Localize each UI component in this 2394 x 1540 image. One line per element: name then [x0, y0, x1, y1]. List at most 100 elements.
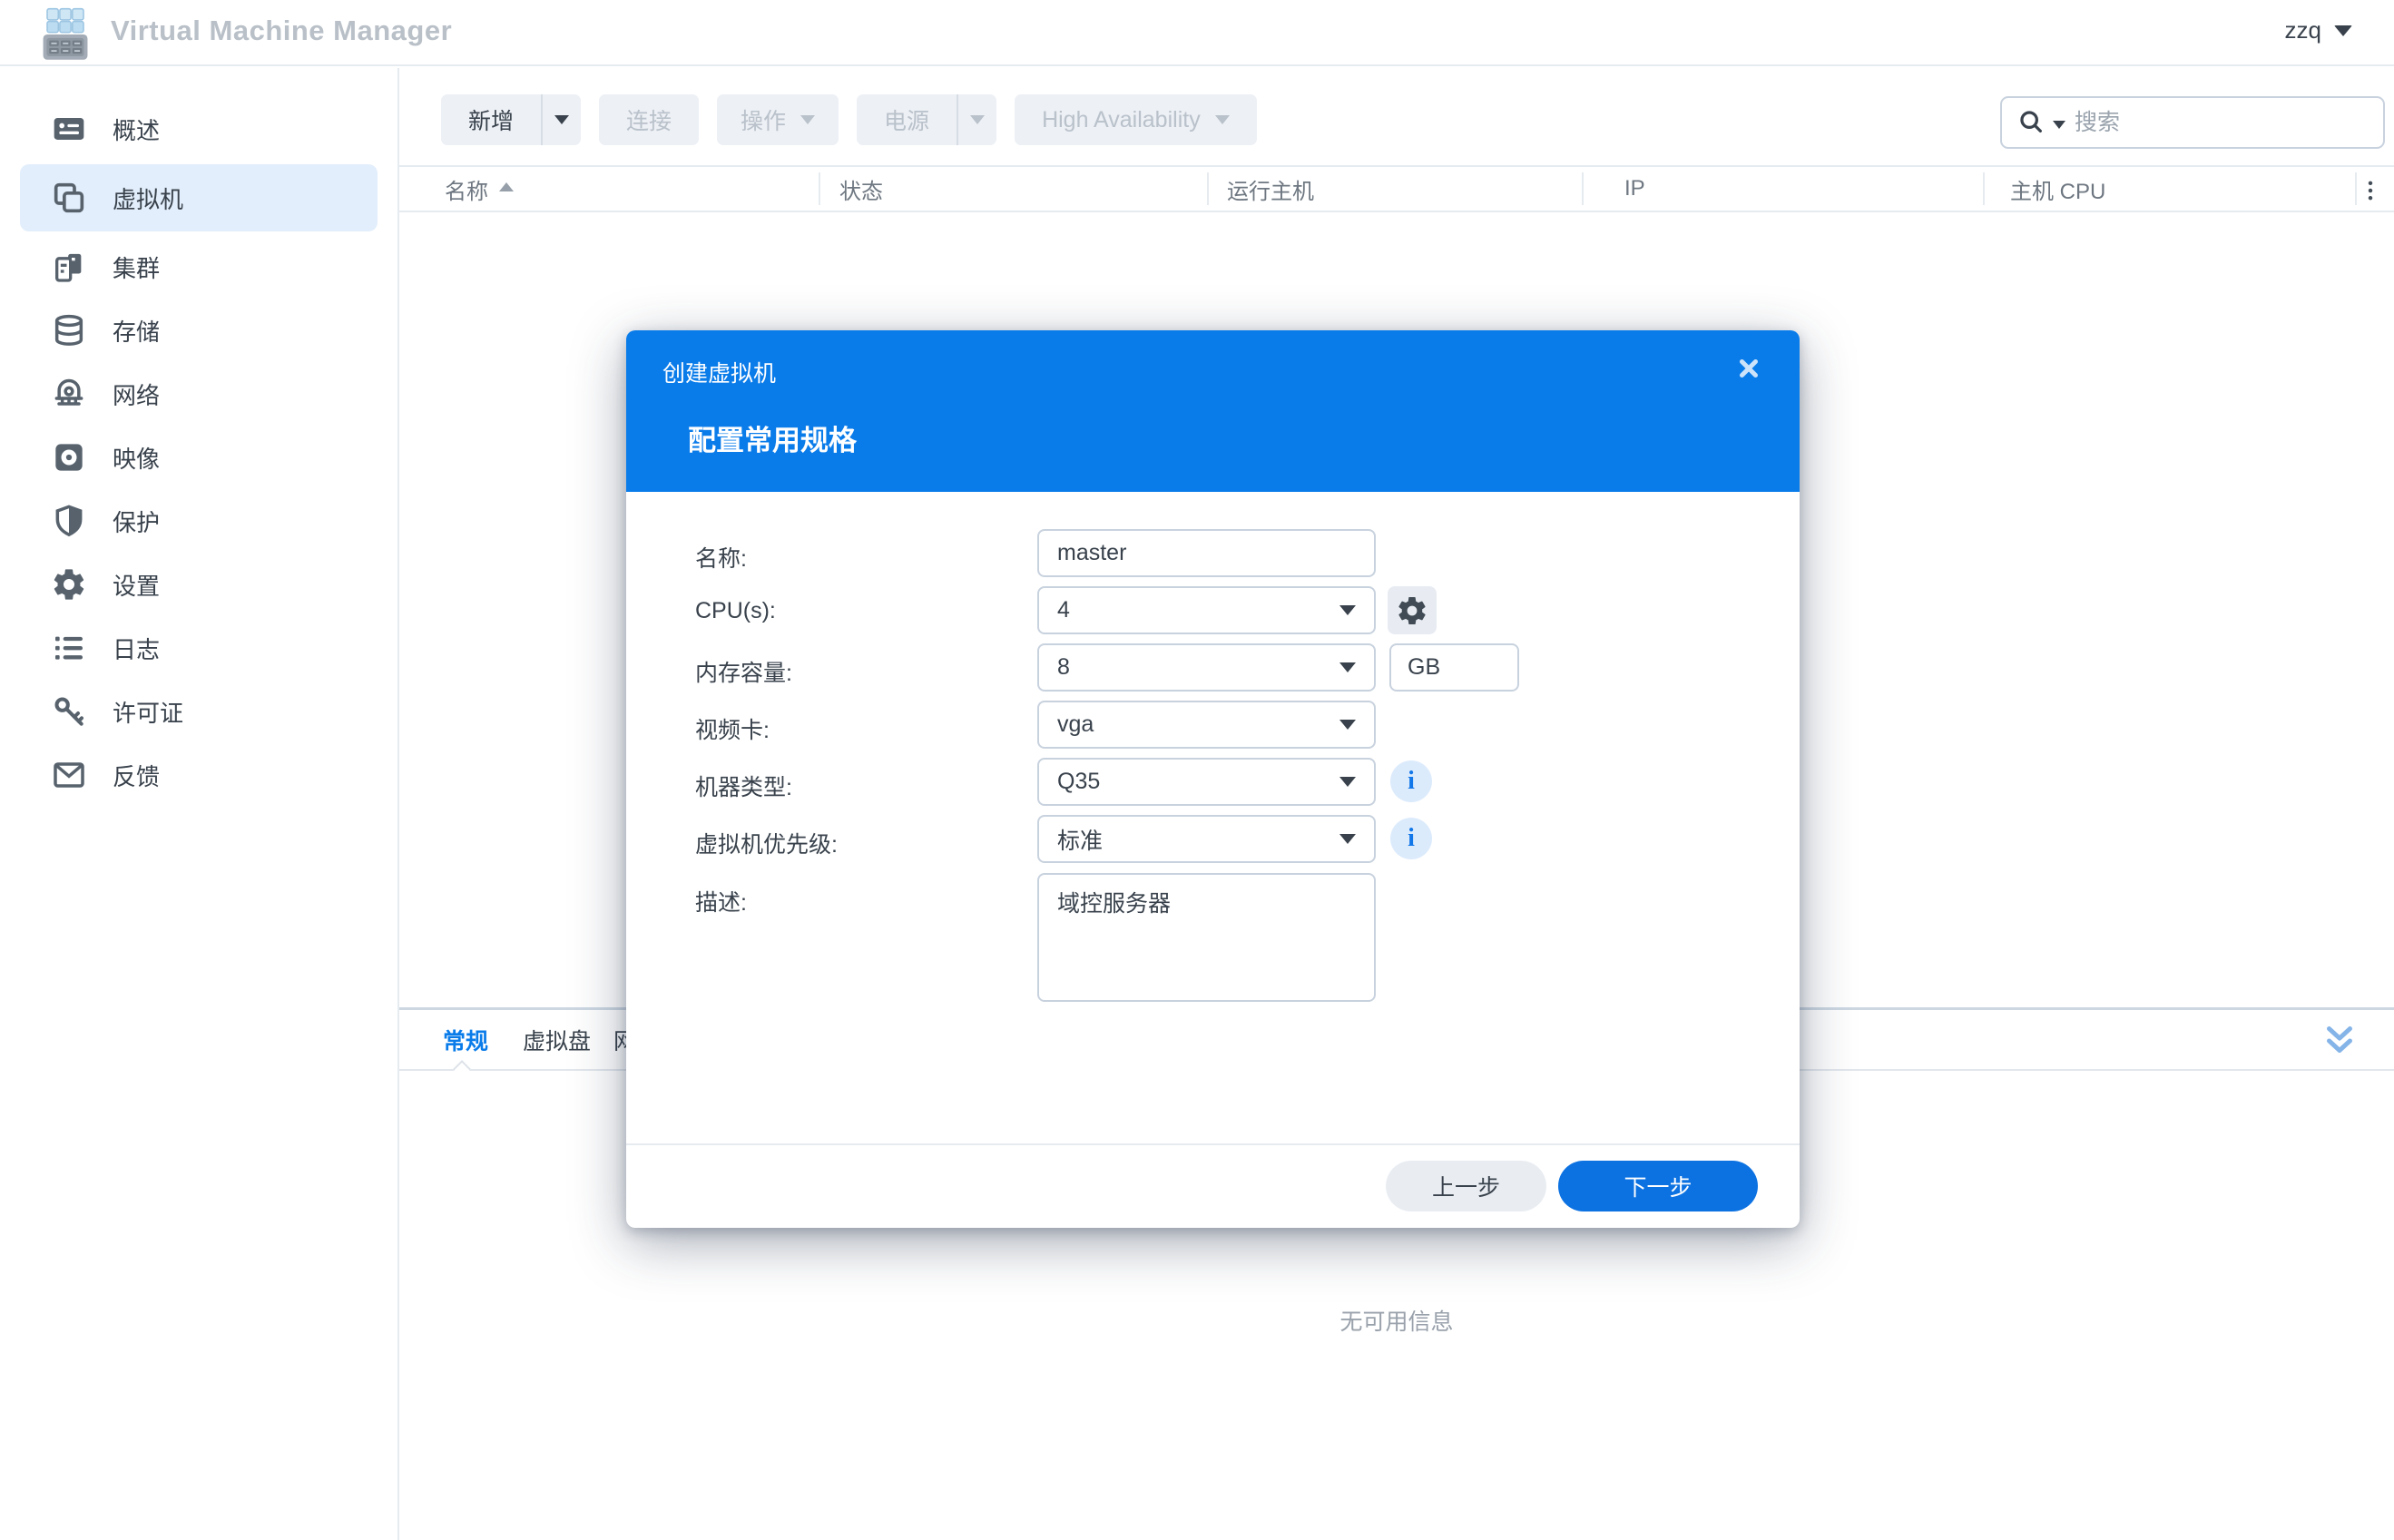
sidebar-item-label: 反馈: [113, 759, 160, 792]
name-input[interactable]: master: [1037, 529, 1376, 577]
machine-type-label: 机器类型:: [695, 770, 792, 802]
column-header-host[interactable]: 运行主机: [1227, 167, 1314, 211]
column-divider: [1582, 172, 1584, 205]
tab-general[interactable]: 常规: [443, 1010, 488, 1069]
tab-virtual-disk[interactable]: 虚拟盘: [523, 1010, 591, 1069]
memory-unit-select[interactable]: GB: [1389, 643, 1519, 692]
column-header-status[interactable]: 状态: [839, 167, 883, 211]
user-menu[interactable]: zzq: [2285, 16, 2352, 44]
key-icon: [51, 693, 87, 730]
next-step-button[interactable]: 下一步: [1558, 1161, 1758, 1211]
previous-step-button[interactable]: 上一步: [1386, 1161, 1546, 1211]
info-icon[interactable]: i: [1390, 760, 1432, 802]
column-label: 运行主机: [1227, 173, 1314, 205]
sidebar-item-storage[interactable]: 存储: [20, 302, 378, 358]
log-icon: [51, 630, 87, 666]
video-card-value: vga: [1057, 711, 1339, 738]
power-button[interactable]: 电源: [857, 94, 957, 145]
chevron-down-icon: [800, 115, 815, 124]
column-label: 主机 CPU: [2010, 173, 2105, 205]
high-availability-dropdown-button[interactable]: High Availability: [1015, 94, 1257, 145]
sidebar-item-label: 许可证: [113, 695, 183, 729]
sidebar-item-feedback[interactable]: 反馈: [20, 747, 378, 803]
sidebar-item-label: 虚拟机: [113, 181, 183, 215]
double-chevron-down-icon[interactable]: [2318, 1018, 2361, 1062]
sidebar-item-image[interactable]: 映像: [20, 429, 378, 486]
sidebar-item-overview[interactable]: 概述: [20, 101, 378, 157]
video-card-select[interactable]: vga: [1037, 701, 1376, 749]
dialog-title: 创建虚拟机: [662, 356, 776, 388]
sidebar: 概述 虚拟机 集群 存储 网络: [0, 68, 399, 1540]
sidebar-item-label: 概述: [113, 113, 160, 146]
overview-icon: [51, 111, 87, 147]
name-label: 名称:: [695, 541, 747, 574]
sidebar-item-label: 集群: [113, 250, 160, 284]
machine-type-value: Q35: [1057, 769, 1339, 795]
dialog-section-header: 配置常用规格: [688, 417, 857, 458]
chevron-down-icon: [554, 115, 569, 124]
search-input[interactable]: [2075, 110, 2369, 136]
sidebar-item-label: 保护: [113, 505, 160, 538]
high-availability-label: High Availability: [1042, 107, 1201, 133]
priority-value: 标准: [1057, 823, 1339, 856]
connect-button[interactable]: 连接: [599, 94, 699, 145]
sidebar-item-label: 日志: [113, 632, 160, 665]
sidebar-item-label: 存储: [113, 314, 160, 348]
add-button[interactable]: 新增: [441, 94, 541, 145]
sidebar-item-network[interactable]: 网络: [20, 366, 378, 422]
dialog-footer-divider: [626, 1143, 1800, 1145]
chevron-down-icon: [2334, 25, 2352, 36]
gear-icon: [1396, 594, 1428, 627]
storage-icon: [51, 312, 87, 348]
sidebar-item-log[interactable]: 日志: [20, 620, 378, 676]
description-textarea[interactable]: 域控服务器: [1037, 873, 1376, 1002]
memory-unit-value: GB: [1408, 654, 1501, 681]
search-icon[interactable]: [2016, 107, 2047, 138]
memory-label: 内存容量:: [695, 655, 792, 688]
column-header-name[interactable]: 名称: [445, 167, 514, 211]
machine-type-select[interactable]: Q35: [1037, 758, 1376, 806]
name-value: master: [1057, 540, 1356, 566]
mail-icon: [51, 757, 87, 793]
page-title: Virtual Machine Manager: [111, 15, 452, 47]
cpu-select[interactable]: 4: [1037, 586, 1376, 634]
search-box: [2000, 96, 2385, 149]
chevron-down-icon: [1339, 662, 1356, 672]
column-divider: [1983, 172, 1985, 205]
column-header-ip[interactable]: IP: [1624, 167, 1645, 211]
sidebar-item-license[interactable]: 许可证: [20, 683, 378, 740]
kebab-menu-icon[interactable]: [2354, 174, 2387, 207]
column-label: IP: [1624, 176, 1645, 201]
add-dropdown-button[interactable]: [541, 94, 581, 145]
chevron-down-icon: [1339, 605, 1356, 615]
dialog-header: 创建虚拟机 配置常用规格: [626, 330, 1800, 492]
sidebar-item-settings[interactable]: 设置: [20, 556, 378, 613]
power-dropdown-button[interactable]: [957, 94, 996, 145]
sidebar-item-virtual-machine[interactable]: 虚拟机: [20, 164, 378, 231]
cpu-settings-button[interactable]: [1388, 586, 1437, 634]
network-icon: [51, 376, 87, 412]
info-icon[interactable]: i: [1390, 818, 1432, 859]
close-icon[interactable]: [1729, 348, 1769, 388]
vm-icon: [51, 180, 87, 216]
column-divider: [819, 172, 820, 205]
cpu-value: 4: [1057, 597, 1339, 623]
memory-select[interactable]: 8: [1037, 643, 1376, 692]
sidebar-item-protection[interactable]: 保护: [20, 493, 378, 549]
gear-icon: [51, 566, 87, 603]
shield-icon: [51, 503, 87, 539]
empty-message: 无可用信息: [399, 1304, 2394, 1337]
sort-ascending-icon: [499, 182, 514, 191]
column-header-host-cpu[interactable]: 主机 CPU: [2010, 167, 2105, 211]
vm-table-header: 名称 状态 运行主机 IP 主机 CPU: [399, 165, 2394, 212]
add-split-button: 新增: [441, 94, 581, 145]
cluster-icon: [51, 249, 87, 285]
sidebar-item-cluster[interactable]: 集群: [20, 239, 378, 295]
power-split-button: 电源: [857, 94, 996, 145]
sidebar-item-label: 设置: [113, 568, 160, 602]
action-label: 操作: [741, 103, 786, 136]
search-filter-caret-icon[interactable]: [2053, 121, 2065, 129]
priority-select[interactable]: 标准: [1037, 815, 1376, 863]
action-dropdown-button[interactable]: 操作: [717, 94, 839, 145]
user-name: zzq: [2285, 16, 2321, 44]
